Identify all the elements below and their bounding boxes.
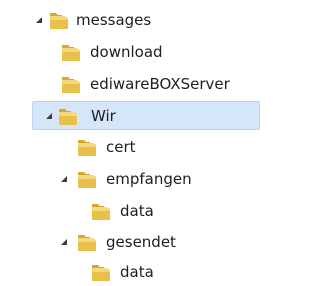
tree-item-label: data	[120, 263, 154, 281]
tree-item-label: data	[120, 202, 154, 220]
tree-item-label: ediwareBOXServer	[90, 75, 230, 93]
tree-item-empfangen[interactable]: empfangen	[50, 165, 230, 193]
tree-item-ediwareboxserver[interactable]: ediwareBOXServer	[48, 70, 258, 98]
tree-item-label: gesendet	[106, 233, 176, 251]
folder-tree: messages download ediwareBOXServer Wir c…	[0, 0, 268, 284]
tree-item-data[interactable]: data	[80, 258, 200, 286]
folder-icon	[57, 105, 79, 127]
tree-item-label: messages	[76, 11, 152, 29]
folder-icon	[76, 136, 98, 158]
folder-icon	[90, 200, 112, 222]
expanded-arrow-icon[interactable]	[44, 111, 54, 121]
expanded-arrow-icon[interactable]	[59, 237, 69, 247]
tree-item-label: Wir	[91, 107, 116, 125]
folder-icon	[76, 231, 98, 253]
folder-icon	[76, 168, 98, 190]
tree-item-download[interactable]: download	[48, 38, 208, 66]
tree-item-data[interactable]: data	[80, 197, 200, 225]
tree-item-label: cert	[106, 138, 136, 156]
tree-item-gesendet[interactable]: gesendet	[50, 228, 230, 256]
folder-icon	[60, 41, 82, 63]
folder-icon	[90, 261, 112, 283]
tree-item-wir[interactable]: Wir	[32, 101, 260, 130]
tree-item-label: empfangen	[106, 170, 192, 188]
tree-item-messages[interactable]: messages	[28, 6, 228, 34]
tree-item-label: download	[90, 43, 163, 61]
expanded-arrow-icon[interactable]	[34, 15, 44, 25]
folder-icon	[60, 73, 82, 95]
expanded-arrow-icon[interactable]	[59, 174, 69, 184]
folder-icon	[48, 9, 70, 31]
tree-item-cert[interactable]: cert	[64, 133, 184, 161]
